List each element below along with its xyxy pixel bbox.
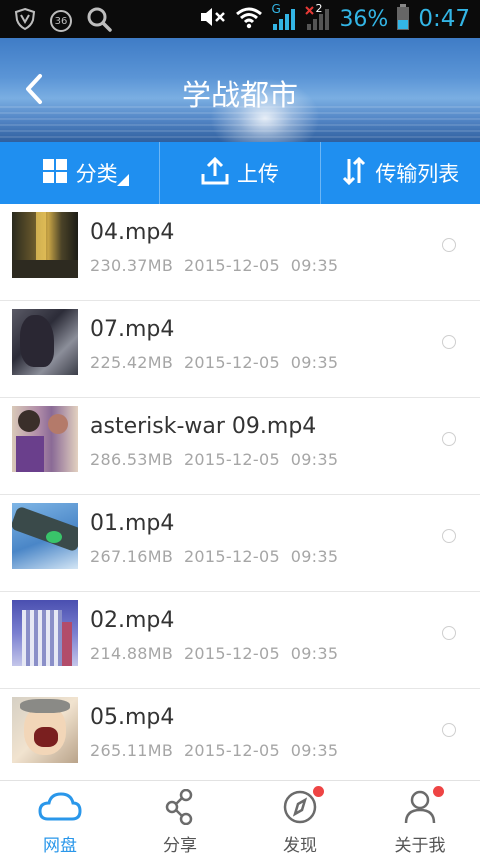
notification-dot bbox=[433, 786, 444, 797]
video-thumbnail bbox=[12, 309, 78, 375]
nav-item-about-me[interactable]: 关于我 bbox=[360, 781, 480, 854]
status-bar: 36 G 2 36% 0:47 bbox=[0, 0, 480, 38]
video-thumbnail bbox=[12, 406, 78, 472]
file-time: 09:35 bbox=[290, 644, 339, 663]
category-button[interactable]: 分类 bbox=[0, 142, 159, 204]
wifi-icon bbox=[235, 5, 263, 33]
file-row[interactable]: 04.mp4 230.37MB 2015-12-05 09:35 bbox=[0, 204, 480, 301]
user-icon bbox=[398, 786, 444, 825]
nav-label: 关于我 bbox=[394, 836, 446, 854]
signal-icon: G bbox=[271, 2, 297, 32]
video-thumbnail bbox=[12, 212, 78, 278]
page-title: 学战都市 bbox=[181, 78, 298, 112]
nav-item-cloud-drive[interactable]: 网盘 bbox=[0, 781, 120, 854]
file-meta: 267.16MB 2015-12-05 09:35 bbox=[90, 547, 338, 566]
file-name: 01.mp4 bbox=[90, 511, 175, 536]
file-row[interactable]: 02.mp4 214.88MB 2015-12-05 09:35 bbox=[0, 592, 480, 689]
select-radio[interactable] bbox=[442, 432, 456, 446]
file-date: 2015-12-05 bbox=[183, 256, 280, 275]
transfer-arrows-icon bbox=[341, 156, 367, 190]
file-row[interactable]: 05.mp4 265.11MB 2015-12-05 09:35 bbox=[0, 689, 480, 780]
file-date: 2015-12-05 bbox=[183, 644, 280, 663]
select-radio[interactable] bbox=[442, 335, 456, 349]
clock: 0:47 bbox=[418, 6, 470, 32]
battery-icon bbox=[396, 3, 410, 35]
grid-icon bbox=[42, 158, 68, 189]
nav-label: 分享 bbox=[163, 836, 197, 854]
select-radio[interactable] bbox=[442, 723, 456, 737]
file-date: 2015-12-05 bbox=[183, 741, 280, 760]
file-date: 2015-12-05 bbox=[183, 547, 280, 566]
file-meta: 286.53MB 2015-12-05 09:35 bbox=[90, 450, 338, 469]
file-time: 09:35 bbox=[290, 450, 339, 469]
upload-button[interactable]: 上传 bbox=[159, 142, 319, 204]
battery-percent: 36% bbox=[339, 6, 389, 32]
category-label: 分类 bbox=[75, 162, 118, 186]
notification-badge-icon: 36 bbox=[50, 10, 72, 32]
network-type-label: G bbox=[271, 2, 281, 16]
file-size: 265.11MB bbox=[90, 741, 174, 760]
file-name: 05.mp4 bbox=[90, 705, 175, 730]
file-meta: 230.37MB 2015-12-05 09:35 bbox=[90, 256, 338, 275]
file-time: 09:35 bbox=[290, 741, 339, 760]
mute-icon bbox=[199, 5, 227, 33]
file-size: 214.88MB bbox=[90, 644, 174, 663]
file-row[interactable]: asterisk-war 09.mp4 286.53MB 2015-12-05 … bbox=[0, 398, 480, 495]
file-size: 230.37MB bbox=[90, 256, 174, 275]
notification-dot bbox=[313, 786, 324, 797]
file-meta: 225.42MB 2015-12-05 09:35 bbox=[90, 353, 338, 372]
video-thumbnail bbox=[12, 697, 78, 763]
file-row[interactable]: 07.mp4 225.42MB 2015-12-05 09:35 bbox=[0, 301, 480, 398]
nav-item-share[interactable]: 分享 bbox=[120, 781, 240, 854]
compass-icon bbox=[278, 786, 324, 825]
file-meta: 265.11MB 2015-12-05 09:35 bbox=[90, 741, 338, 760]
action-toolbar: 分类 上传 传输列表 bbox=[0, 142, 480, 204]
file-date: 2015-12-05 bbox=[183, 450, 280, 469]
search-icon bbox=[86, 6, 112, 36]
file-time: 09:35 bbox=[290, 547, 339, 566]
select-radio[interactable] bbox=[442, 238, 456, 252]
file-time: 09:35 bbox=[290, 256, 339, 275]
video-thumbnail bbox=[12, 503, 78, 569]
cloud-icon bbox=[38, 789, 82, 825]
file-name: 02.mp4 bbox=[90, 608, 175, 633]
file-time: 09:35 bbox=[290, 353, 339, 372]
file-name: 07.mp4 bbox=[90, 317, 175, 342]
file-list: 04.mp4 230.37MB 2015-12-05 09:35 07.mp4 … bbox=[0, 204, 480, 780]
signal-no-sim-icon: 2 bbox=[305, 2, 331, 32]
nav-label: 发现 bbox=[283, 836, 317, 854]
nav-item-discover[interactable]: 发现 bbox=[240, 781, 360, 854]
file-meta: 214.88MB 2015-12-05 09:35 bbox=[90, 644, 338, 663]
sim-slot-label: 2 bbox=[315, 2, 323, 15]
upload-label: 上传 bbox=[236, 162, 279, 186]
nav-label: 网盘 bbox=[43, 836, 77, 854]
file-size: 267.16MB bbox=[90, 547, 174, 566]
file-size: 286.53MB bbox=[90, 450, 174, 469]
file-date: 2015-12-05 bbox=[183, 353, 280, 372]
transfer-list-label: 传输列表 bbox=[375, 162, 460, 186]
select-radio[interactable] bbox=[442, 529, 456, 543]
file-name: 04.mp4 bbox=[90, 220, 175, 245]
video-thumbnail bbox=[12, 600, 78, 666]
dropdown-caret-icon bbox=[117, 174, 130, 186]
share-icon bbox=[158, 788, 202, 826]
header-banner: 学战都市 bbox=[0, 38, 480, 142]
file-size: 225.42MB bbox=[90, 353, 174, 372]
file-row[interactable]: 01.mp4 267.16MB 2015-12-05 09:35 bbox=[0, 495, 480, 592]
file-name: asterisk-war 09.mp4 bbox=[90, 414, 317, 439]
transfer-list-button[interactable]: 传输列表 bbox=[319, 142, 480, 204]
upload-icon bbox=[201, 156, 229, 190]
select-radio[interactable] bbox=[442, 626, 456, 640]
shield-icon bbox=[14, 7, 36, 35]
bottom-nav: 网盘 分享 发现 关于我 bbox=[0, 780, 480, 854]
